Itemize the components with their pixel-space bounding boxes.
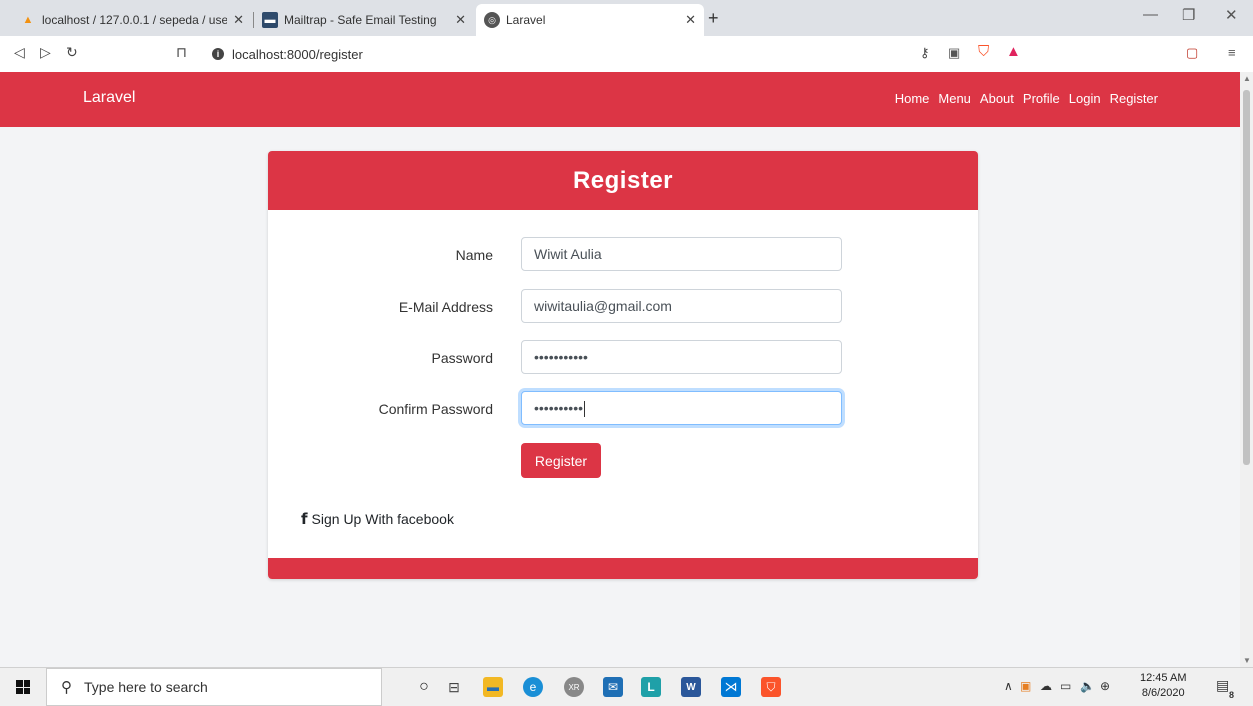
password-row: Password •••••••••••: [268, 340, 978, 376]
brave-shields-icon[interactable]: ⛉: [978, 43, 989, 60]
url-text: localhost:8000/register: [232, 46, 363, 62]
password-input[interactable]: •••••••••••: [521, 340, 842, 374]
clock-date: 8/6/2020: [1141, 687, 1185, 699]
confirm-password-input[interactable]: ••••••••••: [521, 391, 842, 425]
register-button[interactable]: Register: [521, 443, 601, 478]
notification-count: 8: [1229, 690, 1235, 700]
close-window-icon[interactable]: ✕: [1225, 6, 1238, 24]
browser-tab-phpmyadmin[interactable]: ▲ localhost / 127.0.0.1 / sepeda / use ✕: [12, 4, 252, 36]
onedrive-icon[interactable]: ☁: [1040, 679, 1052, 693]
cortana-icon[interactable]: ○: [414, 677, 434, 697]
vscode-icon[interactable]: ⋊: [721, 677, 741, 697]
taskbar-clock[interactable]: 12:45 AM 8/6/2020: [1140, 671, 1186, 701]
close-tab-icon[interactable]: ✕: [685, 12, 696, 28]
search-placeholder: Type here to search: [84, 679, 208, 695]
pocket-icon[interactable]: ▢: [1186, 45, 1198, 61]
confirm-password-label: Confirm Password: [378, 401, 493, 417]
card-header: Register: [268, 151, 978, 210]
email-row: E-Mail Address wiwitaulia@gmail.com: [268, 289, 978, 325]
name-row: Name Wiwit Aulia: [268, 237, 978, 273]
close-tab-icon[interactable]: ✕: [455, 12, 466, 28]
browser-tab-laravel[interactable]: ◎ Laravel ✕: [476, 4, 704, 36]
text-caret: [584, 401, 586, 418]
address-bar: ◁ ▷ ↻ ⊓ i localhost:8000/register ⚷ ▣ ⛉ …: [0, 36, 1253, 73]
file-explorer-icon[interactable]: ▬: [483, 677, 503, 697]
nav-link-home[interactable]: Home: [895, 91, 930, 106]
task-view-icon[interactable]: ⊟: [444, 677, 464, 697]
tab-title: Mailtrap - Safe Email Testing: [284, 13, 437, 27]
bookmark-icon[interactable]: ⊓: [176, 44, 187, 61]
mail-icon[interactable]: ✉: [603, 677, 623, 697]
nav-link-register[interactable]: Register: [1110, 91, 1158, 106]
back-icon[interactable]: ◁: [14, 44, 25, 61]
nav-link-about[interactable]: About: [980, 91, 1014, 106]
mailtrap-icon: ▬: [262, 12, 278, 28]
name-input[interactable]: Wiwit Aulia: [521, 237, 842, 271]
key-icon[interactable]: ⚷: [920, 45, 930, 61]
phpmyadmin-icon: ▲: [22, 14, 34, 26]
register-card: Register Name Wiwit Aulia E-Mail Address…: [268, 151, 978, 579]
clock-time: 12:45 AM: [1140, 672, 1187, 684]
brave-icon[interactable]: ⛉: [761, 677, 781, 697]
taskbar-search[interactable]: ⚲ Type here to search: [46, 668, 382, 706]
edge-icon[interactable]: e: [523, 677, 543, 697]
url-field[interactable]: i localhost:8000/register: [200, 42, 1040, 66]
site-navbar: Laravel Home Menu About Profile Login Re…: [0, 72, 1240, 127]
new-tab-icon[interactable]: +: [708, 8, 719, 29]
password-label: Password: [431, 350, 493, 366]
restore-icon[interactable]: ❐: [1182, 6, 1195, 24]
page-title: Register: [572, 166, 674, 194]
scroll-up-icon[interactable]: ▲: [1243, 74, 1251, 83]
forward-icon[interactable]: ▷: [40, 44, 51, 61]
nav-link-profile[interactable]: Profile: [1023, 91, 1060, 106]
scrollbar-thumb[interactable]: [1243, 90, 1250, 465]
email-input[interactable]: wiwitaulia@gmail.com: [521, 289, 842, 323]
card-footer: [268, 558, 978, 579]
browser-tab-strip: ▲ localhost / 127.0.0.1 / sepeda / use ✕…: [0, 0, 1253, 36]
volume-icon[interactable]: 🔈: [1080, 679, 1095, 693]
translate-icon[interactable]: ▣: [948, 45, 960, 61]
site-info-icon[interactable]: i: [212, 48, 224, 60]
nav-links: Home Menu About Profile Login Register: [895, 91, 1158, 106]
nav-link-menu[interactable]: Menu: [938, 91, 971, 106]
xampp-app-icon[interactable]: XR: [564, 677, 584, 697]
confirm-password-value: ••••••••••: [534, 400, 584, 416]
facebook-signup-link[interactable]: f Sign Up With facebook: [301, 510, 454, 528]
tab-title: Laravel: [506, 13, 546, 27]
notification-icon[interactable]: ▤: [1216, 677, 1229, 694]
minimize-icon[interactable]: —: [1143, 6, 1158, 23]
tab-title: localhost / 127.0.0.1 / sepeda / use: [42, 13, 228, 27]
facebook-signup-label: Sign Up With facebook: [311, 511, 454, 527]
nav-link-login[interactable]: Login: [1069, 91, 1101, 106]
reload-icon[interactable]: ↻: [66, 44, 78, 61]
browser-tab-mailtrap[interactable]: ▬ Mailtrap - Safe Email Testing ✕: [254, 4, 474, 36]
network-icon[interactable]: ⊕: [1100, 679, 1110, 693]
name-label: Name: [455, 247, 493, 263]
menu-icon[interactable]: ≡: [1228, 45, 1236, 60]
brave-rewards-icon[interactable]: ▲: [1006, 43, 1021, 60]
windows-start-icon[interactable]: [16, 680, 30, 694]
email-label: E-Mail Address: [398, 299, 493, 315]
page-scrollbar[interactable]: ▲ ▼: [1240, 72, 1253, 667]
brand-logo[interactable]: Laravel: [83, 89, 135, 107]
battery-icon[interactable]: ▭: [1060, 679, 1071, 693]
l-app-icon[interactable]: L: [641, 677, 661, 697]
confirm-password-row: Confirm Password ••••••••••: [268, 391, 978, 427]
scroll-down-icon[interactable]: ▼: [1243, 656, 1251, 665]
xampp-tray-icon[interactable]: ▣: [1020, 679, 1031, 693]
search-icon: ⚲: [61, 679, 72, 696]
facebook-icon: f: [301, 510, 308, 528]
windows-taskbar: ⚲ Type here to search ○ ⊟ ▬ e XR ✉ L W ⋊…: [0, 667, 1253, 706]
word-icon[interactable]: W: [681, 677, 701, 697]
globe-icon: ◎: [484, 12, 500, 28]
tray-expand-icon[interactable]: ∧: [1004, 679, 1013, 693]
close-tab-icon[interactable]: ✕: [233, 12, 244, 28]
